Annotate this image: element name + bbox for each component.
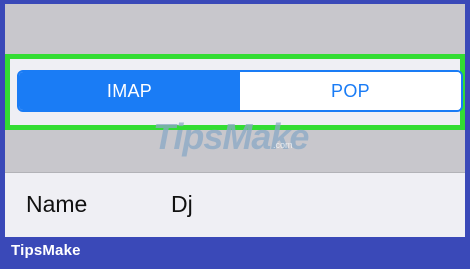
screenshot-frame: IMAP POP TipsMake .com Name Dj [5,4,465,237]
name-label: Name [26,191,88,217]
watermark-logo: TipsMake [153,116,309,157]
footer-brand: TipsMake [11,242,81,259]
name-row[interactable]: Name Dj [5,173,465,237]
name-value[interactable]: Dj [171,191,193,218]
segment-pop[interactable]: POP [240,72,461,110]
account-type-segmented-control[interactable]: IMAP POP [17,70,463,112]
watermark-domain: .com [273,140,293,150]
segment-imap[interactable]: IMAP [19,72,240,110]
